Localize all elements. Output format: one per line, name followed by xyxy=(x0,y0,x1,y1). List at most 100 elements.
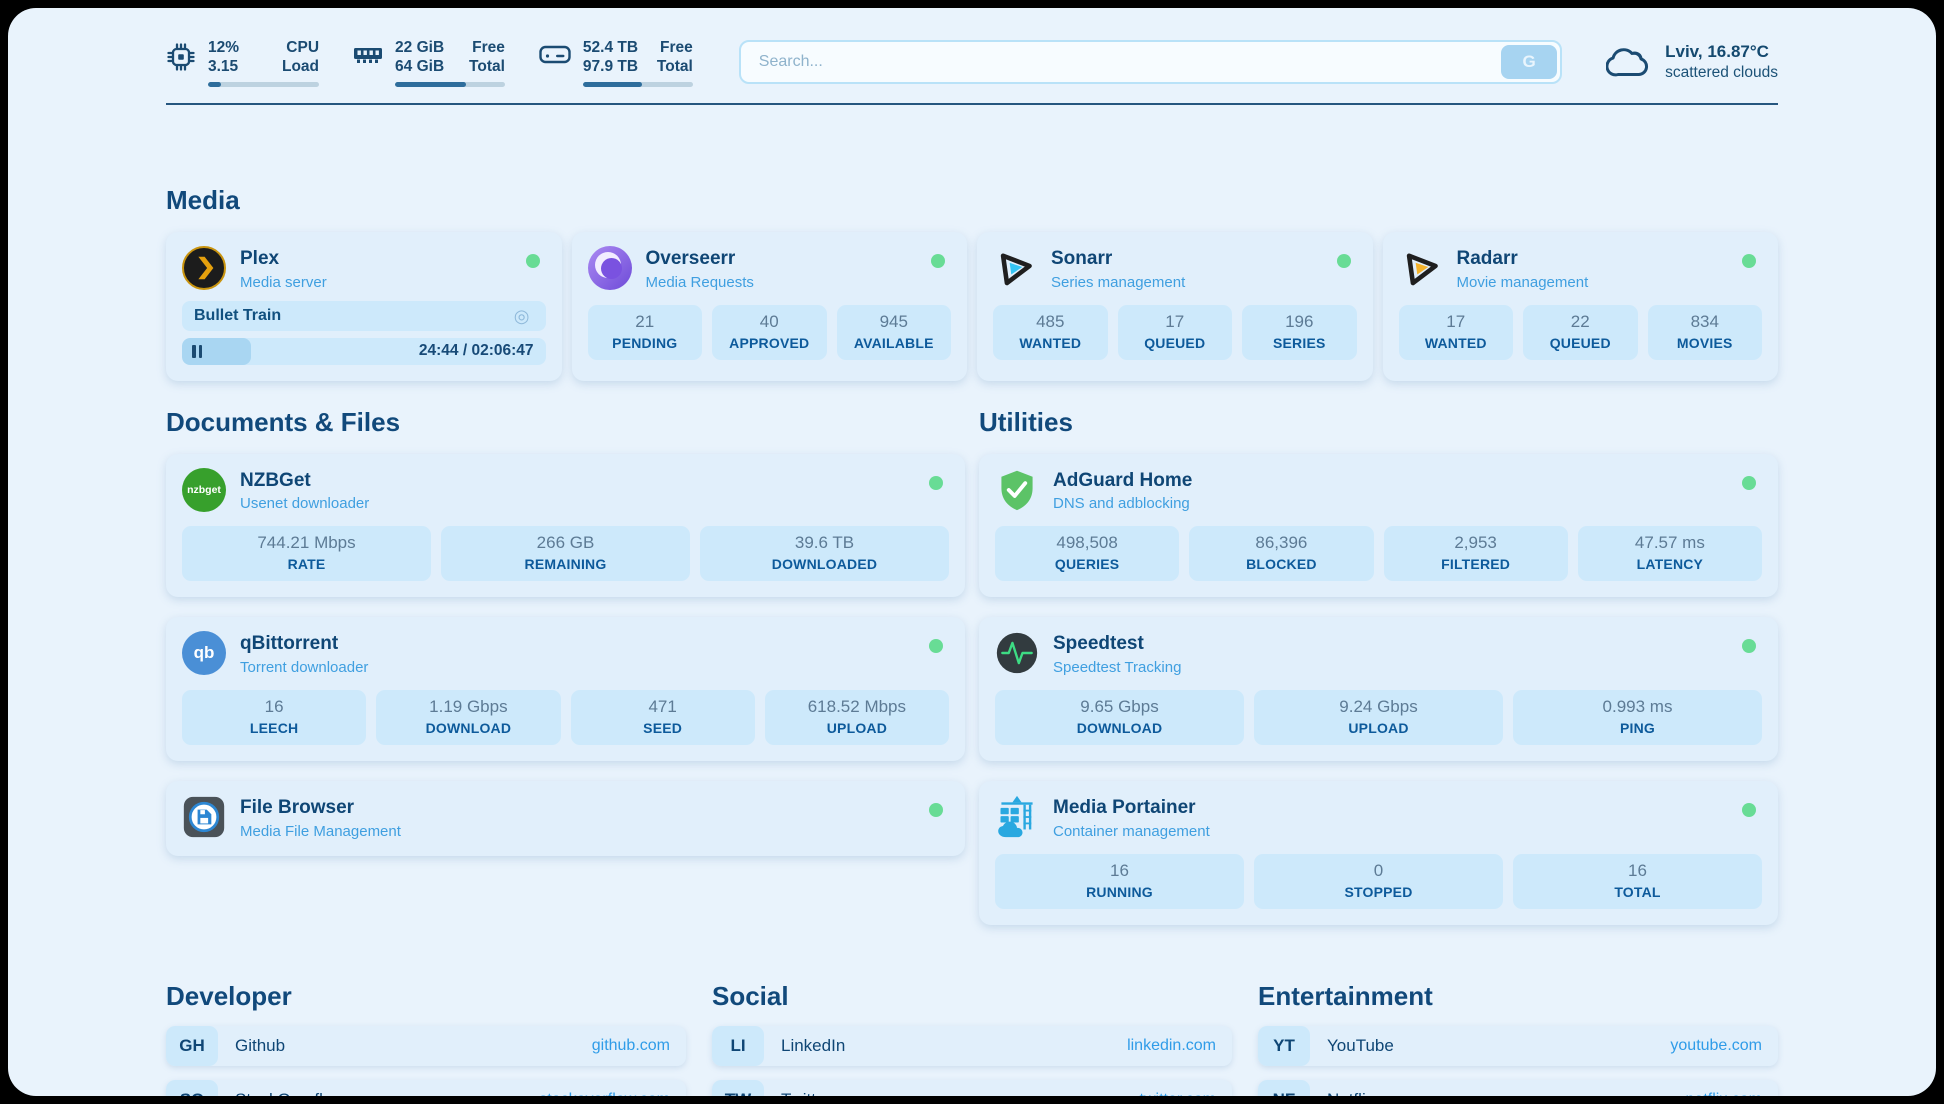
ram-total: 64 GiB xyxy=(395,57,451,76)
stat-value: 1.19 Gbps xyxy=(380,697,556,717)
stat-label: UPLOAD xyxy=(1258,720,1499,736)
stat-label: DOWNLOADED xyxy=(704,556,945,572)
stat-tile: 196 SERIES xyxy=(1242,305,1357,360)
stat-label: MOVIES xyxy=(1652,335,1759,351)
stat-tile: 618.52 Mbps UPLOAD xyxy=(765,690,949,745)
stat-value: 17 xyxy=(1403,312,1510,332)
app-title: qBittorrent xyxy=(240,633,368,656)
stat-tile: 485 WANTED xyxy=(993,305,1108,360)
stat-value: 47.57 ms xyxy=(1582,533,1758,553)
cpu-label-1: CPU xyxy=(282,38,319,57)
bookmark-netflix[interactable]: NF Netflix netflix.com xyxy=(1258,1080,1778,1096)
stat-label: UPLOAD xyxy=(769,720,945,736)
media-session-icon[interactable]: ◎ xyxy=(508,306,536,326)
stat-label: TOTAL xyxy=(1517,884,1758,900)
bookmark-group-entertainment: Entertainment YT YouTube youtube.com NF … xyxy=(1258,981,1778,1096)
bookmark-url: github.com xyxy=(592,1037,670,1055)
stat-tile: 471 SEED xyxy=(571,690,755,745)
ram-icon xyxy=(353,42,383,68)
bookmark-linkedin[interactable]: LI LinkedIn linkedin.com xyxy=(712,1026,1232,1066)
disk-free: 52.4 TB xyxy=(583,38,639,57)
topbar: 12% 3.15 CPU Load xyxy=(166,8,1778,87)
section-title-utilities: Utilities xyxy=(979,407,1778,438)
ram-label-1: Free xyxy=(469,38,505,57)
disk-progress xyxy=(583,82,693,87)
app-card-overseerr[interactable]: Overseerr Media Requests 21 PENDING 40 A… xyxy=(572,232,968,381)
app-card-adguard[interactable]: AdGuard Home DNS and adblocking 498,508 … xyxy=(979,454,1778,598)
bookmark-badge: NF xyxy=(1258,1080,1310,1096)
stat-tile: 1.19 Gbps DOWNLOAD xyxy=(376,690,560,745)
radarr-icon xyxy=(1396,243,1446,293)
status-dot xyxy=(929,803,943,817)
status-dot xyxy=(1337,254,1351,268)
dashboard: 12% 3.15 CPU Load xyxy=(8,8,1936,1096)
weather-condition: scattered clouds xyxy=(1665,63,1778,83)
app-subtitle: Media server xyxy=(240,274,327,291)
bookmark-name: StackOverflow xyxy=(235,1090,345,1096)
bookmark-url: youtube.com xyxy=(1670,1037,1762,1055)
status-dot xyxy=(1742,803,1756,817)
stat-tile: 16 RUNNING xyxy=(995,854,1244,909)
app-card-radarr[interactable]: Radarr Movie management 17 WANTED 22 QUE… xyxy=(1383,232,1779,381)
stat-label: STOPPED xyxy=(1258,884,1499,900)
search-bar: G xyxy=(739,40,1562,84)
stat-label: APPROVED xyxy=(716,335,823,351)
bookmark-twitter[interactable]: TW Twitter twitter.com xyxy=(712,1080,1232,1096)
stat-tile: 9.65 Gbps DOWNLOAD xyxy=(995,690,1244,745)
plex-icon xyxy=(182,246,226,290)
section-title-developer: Developer xyxy=(166,981,686,1012)
weather-widget: Lviv, 16.87°C scattered clouds xyxy=(1606,41,1778,83)
bookmark-youtube[interactable]: YT YouTube youtube.com xyxy=(1258,1026,1778,1066)
stat-value: 16 xyxy=(999,861,1240,881)
bookmark-github[interactable]: GH Github github.com xyxy=(166,1026,686,1066)
speedtest-icon xyxy=(995,631,1039,675)
stat-tile: 498,508 QUERIES xyxy=(995,526,1179,581)
stat-value: 485 xyxy=(997,312,1104,332)
filebrowser-icon xyxy=(182,795,226,839)
app-card-plex[interactable]: Plex Media server Bullet Train ◎ 24:44 xyxy=(166,232,562,381)
search-input[interactable] xyxy=(739,40,1562,84)
app-title: Sonarr xyxy=(1051,248,1185,271)
stat-label: LEECH xyxy=(186,720,362,736)
status-dot xyxy=(526,254,540,268)
section-title-media: Media xyxy=(166,185,1778,216)
app-card-filebrowser[interactable]: File Browser Media File Management xyxy=(166,781,965,856)
app-title: Media Portainer xyxy=(1053,797,1210,820)
stat-tile: 16 LEECH xyxy=(182,690,366,745)
stat-tile: 22 QUEUED xyxy=(1523,305,1638,360)
app-card-nzbget[interactable]: nzbget NZBGet Usenet downloader 744.21 M… xyxy=(166,454,965,598)
stat-tile: 834 MOVIES xyxy=(1648,305,1763,360)
qbittorrent-icon: qb xyxy=(182,631,226,675)
bookmark-stackoverflow[interactable]: SO StackOverflow stackoverflow.com xyxy=(166,1080,686,1096)
app-subtitle: DNS and adblocking xyxy=(1053,495,1192,512)
app-title: NZBGet xyxy=(240,470,369,493)
stat-value: 196 xyxy=(1246,312,1353,332)
section-title-documents: Documents & Files xyxy=(166,407,965,438)
bookmark-name: LinkedIn xyxy=(781,1036,845,1056)
app-subtitle: Torrent downloader xyxy=(240,659,368,676)
status-dot xyxy=(929,476,943,490)
bookmark-badge: GH xyxy=(166,1026,218,1066)
search-engine-button[interactable]: G xyxy=(1501,45,1557,79)
cpu-percent: 12% xyxy=(208,38,264,57)
nzbget-icon: nzbget xyxy=(182,468,226,512)
stat-label: PING xyxy=(1517,720,1758,736)
app-card-sonarr[interactable]: Sonarr Series management 485 WANTED 17 Q… xyxy=(977,232,1373,381)
playback-progress: 24:44 / 02:06:47 xyxy=(182,338,546,365)
app-subtitle: Container management xyxy=(1053,823,1210,840)
app-card-qbittorrent[interactable]: qb qBittorrent Torrent downloader 16 LEE… xyxy=(166,617,965,761)
stat-label: QUEUED xyxy=(1527,335,1634,351)
app-card-speedtest[interactable]: Speedtest Speedtest Tracking 9.65 Gbps D… xyxy=(979,617,1778,761)
stat-tile: 17 WANTED xyxy=(1399,305,1514,360)
stat-label: LATENCY xyxy=(1582,556,1758,572)
status-dot xyxy=(931,254,945,268)
stat-value: 86,396 xyxy=(1193,533,1369,553)
stat-label: RATE xyxy=(186,556,427,572)
app-card-portainer[interactable]: Media Portainer Container management 16 … xyxy=(979,781,1778,925)
app-title: AdGuard Home xyxy=(1053,470,1192,493)
stat-tile: 47.57 ms LATENCY xyxy=(1578,526,1762,581)
status-dot xyxy=(1742,476,1756,490)
adguard-icon xyxy=(995,468,1039,512)
playback-time: 24:44 / 02:06:47 xyxy=(419,338,534,365)
stat-label: SEED xyxy=(575,720,751,736)
